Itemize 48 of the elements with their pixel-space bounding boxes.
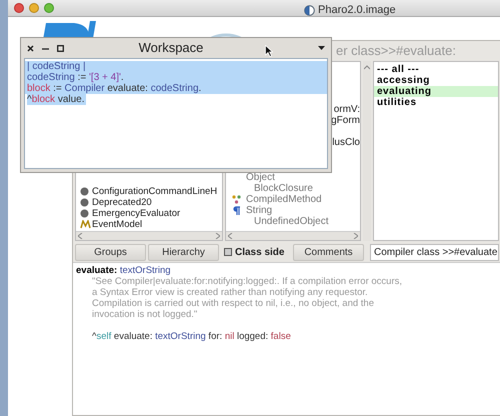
workspace-editor[interactable]: | codeString | codeString := '[3 + 4]'. block := Compiler evaluate: codeString. ^block value. — [24, 58, 328, 169]
package-item[interactable]: Deprecated20 — [76, 197, 222, 208]
source-pane[interactable] — [73, 262, 500, 415]
pilcrow-icon — [232, 206, 241, 215]
class-item[interactable]: String — [226, 205, 360, 216]
workspace-title: Workspace — [138, 39, 204, 58]
close-button[interactable] — [14, 3, 24, 13]
package-item[interactable]: EmergencyEvaluator — [76, 208, 222, 219]
toolbar-button[interactable]: Comments — [293, 244, 364, 260]
package-item[interactable]: ConfigurationCommandLineH — [76, 186, 222, 197]
vertical-scrollbar[interactable] — [363, 61, 371, 241]
zoom-button[interactable] — [44, 3, 54, 13]
class-item[interactable]: BlockClosure — [226, 183, 360, 194]
dots-icon — [232, 195, 241, 204]
protocol-item[interactable]: --- all --- — [374, 64, 498, 75]
protocol-item[interactable]: accessing — [374, 75, 498, 86]
browser-title: er class>>#evaluate: — [336, 42, 456, 60]
dropdown-caret-icon[interactable] — [318, 46, 325, 50]
toolbar-button[interactable]: Hierarchy — [148, 244, 219, 260]
method-signature: evaluate: textOrString — [76, 265, 171, 276]
mouse-cursor-icon — [265, 45, 273, 57]
toolbar-button[interactable]: Groups — [75, 244, 146, 260]
class-item[interactable]: Object — [226, 172, 360, 183]
horizontal-scrollbar[interactable] — [226, 231, 360, 240]
window-title: Pharo2.0.image — [318, 3, 396, 18]
comment-line: "See Compiler|evaluate:for:notifying:logged:. If a compilation error occurs, — [92, 276, 402, 287]
code-line: ^self evaluate: textOrString for: nil logged: false — [92, 331, 291, 342]
class-item[interactable]: UndefinedObject — [226, 216, 360, 227]
protocol-item[interactable]: utilities — [374, 97, 498, 108]
comment-line: a Syntax Error view is created rather than notifying any requestor. — [92, 287, 368, 298]
class-item[interactable]: ormV: — [334, 104, 360, 115]
class-item[interactable]: lusClo — [332, 137, 360, 148]
class-item[interactable]: gForm — [331, 115, 360, 126]
horizontal-scrollbar[interactable] — [76, 231, 222, 240]
close-icon[interactable] — [27, 44, 34, 52]
selector-field[interactable]: Compiler class >>#evaluate: — [370, 244, 499, 260]
code-line: | codeString | — [27, 61, 86, 72]
class-item[interactable]: CompiledMethod — [226, 194, 360, 205]
comment-line: Compilation is carried out with respect to nil, i.e., no object, and the — [92, 298, 374, 309]
comment-line: invocation is not logged." — [92, 309, 198, 320]
protocol-item[interactable]: evaluating — [374, 86, 498, 97]
code-line: ^block value. — [27, 94, 85, 105]
m-glyph-icon — [80, 220, 91, 229]
code-line: codeString := '[3 + 4]'. — [27, 72, 124, 83]
minimize-button[interactable] — [29, 3, 39, 13]
maximize-icon[interactable] — [57, 44, 64, 52]
code-line: block := Compiler evaluate: codeString. — [27, 83, 202, 94]
package-item[interactable]: EventModel — [76, 219, 222, 230]
